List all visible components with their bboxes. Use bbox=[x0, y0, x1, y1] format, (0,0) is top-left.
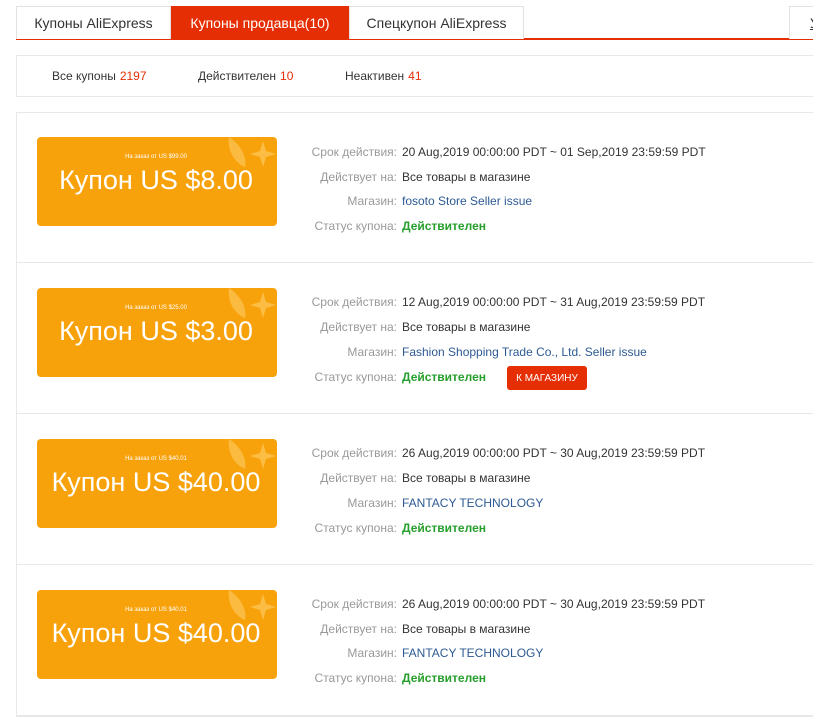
coupon-validity-row: Срок действия: 20 Aug,2019 00:00:00 PDT … bbox=[267, 145, 787, 161]
coupon-store-row: Магазин: FANTACY TECHNOLOGY bbox=[267, 496, 787, 512]
coupon-applies-row: Действует на: Все товары в магазине bbox=[267, 471, 787, 487]
coupon-row: На заказ от US $25.00 Купон US $3.00 Сро… bbox=[17, 264, 813, 414]
store-link[interactable]: fosoto Store Seller issue bbox=[402, 194, 532, 208]
coupon-applies-row: Действует на: Все товары в магазине bbox=[267, 170, 787, 186]
applies-label: Действует на: bbox=[320, 320, 397, 334]
coupon-ticket: На заказ от US $40.01 Купон US $40.00 bbox=[37, 590, 277, 679]
coupon-min-order: На заказ от US $25.00 bbox=[125, 305, 187, 311]
status-label: Статус купона: bbox=[314, 671, 397, 685]
coupon-validity-row: Срок действия: 12 Aug,2019 00:00:00 PDT … bbox=[267, 295, 787, 311]
coupon-filter-bar: Все купоны 2197 Действителен 10 Неактивен 4… bbox=[16, 55, 813, 97]
validity-value: 12 Aug,2019 00:00:00 PDT ~ 31 Aug,2019 2… bbox=[402, 295, 706, 309]
store-link[interactable]: FANTACY TECHNOLOGY bbox=[402, 646, 543, 660]
coupon-row: На заказ от US $40.01 Купон US $40.00 Ср… bbox=[17, 415, 813, 565]
coupon-status-row: Статус купона: Действителен bbox=[267, 219, 787, 235]
filter-inactive-label: Неактивен bbox=[345, 69, 405, 83]
filter-all-label: Все купоны bbox=[52, 69, 116, 83]
tab-aliexpress-special-coupon[interactable]: Спецкупон AliExpress bbox=[349, 6, 524, 39]
coupon-amount: Купон US $40.00 bbox=[51, 467, 261, 497]
coupon-status-row: Статус купона: Действителен bbox=[267, 671, 787, 687]
coupon-status-row: Статус купона: Действителен bbox=[267, 521, 787, 537]
coupon-ticket: На заказ от US $99.00 Купон US $8.00 bbox=[37, 137, 277, 226]
applies-value: Все товары в магазине bbox=[402, 320, 531, 334]
coupon-store-row: Магазин: Fashion Shopping Trade Co., Ltd… bbox=[267, 345, 787, 361]
status-value: Действителен bbox=[402, 671, 486, 685]
applies-label: Действует на: bbox=[320, 170, 397, 184]
store-label: Магазин: bbox=[347, 646, 397, 660]
filter-all-count: 2197 bbox=[119, 69, 147, 83]
validity-label: Срок действия: bbox=[311, 597, 397, 611]
status-value: Действителен bbox=[402, 521, 486, 535]
coupon-ticket: На заказ от US $25.00 Купон US $3.00 bbox=[37, 288, 277, 377]
go-to-store-button[interactable]: К МАГАЗИНУ bbox=[507, 366, 587, 390]
coupon-row: На заказ от US $99.00 Купон US $8.00 Сро… bbox=[17, 113, 813, 263]
store-link[interactable]: Fashion Shopping Trade Co., Ltd. Seller … bbox=[402, 345, 647, 359]
store-label: Магазин: bbox=[347, 345, 397, 359]
tab-aliexpress-coupons[interactable]: Купоны AliExpress bbox=[16, 6, 171, 39]
filter-inactive-coupons[interactable]: Неактивен 41 bbox=[345, 69, 422, 83]
filter-active-label: Действителен bbox=[198, 69, 277, 83]
status-value: Действителен bbox=[402, 219, 486, 233]
coupon-status-row: Статус купона: Действителен К МАГАЗИНУ bbox=[267, 366, 787, 390]
coupon-ticket: На заказ от US $40.01 Купон US $40.00 bbox=[37, 439, 277, 528]
status-label: Статус купона: bbox=[314, 370, 397, 384]
coupon-validity-row: Срок действия: 26 Aug,2019 00:00:00 PDT … bbox=[267, 597, 787, 613]
filter-active-count: 10 bbox=[280, 69, 294, 83]
applies-value: Все товары в магазине bbox=[402, 471, 531, 485]
coupon-applies-row: Действует на: Все товары в магазине bbox=[267, 622, 787, 638]
status-label: Статус купона: bbox=[314, 219, 397, 233]
applies-label: Действует на: bbox=[320, 622, 397, 636]
tab-right-partial[interactable]: У bbox=[789, 6, 813, 39]
filter-all-coupons[interactable]: Все купоны 2197 bbox=[52, 69, 147, 83]
validity-value: 20 Aug,2019 00:00:00 PDT ~ 01 Sep,2019 2… bbox=[402, 145, 706, 159]
applies-value: Все товары в магазине bbox=[402, 622, 531, 636]
coupon-row: На заказ от US $40.01 Купон US $40.00 Ср… bbox=[17, 566, 813, 716]
coupon-list: На заказ от US $99.00 Купон US $8.00 Сро… bbox=[16, 112, 813, 717]
validity-value: 26 Aug,2019 00:00:00 PDT ~ 30 Aug,2019 2… bbox=[402, 597, 706, 611]
filter-inactive-count: 41 bbox=[408, 69, 422, 83]
status-value: Действителен bbox=[402, 370, 486, 384]
tab-seller-coupons[interactable]: Купоны продавца(10) bbox=[171, 6, 349, 39]
coupon-amount: Купон US $3.00 bbox=[59, 316, 253, 346]
applies-value: Все товары в магазине bbox=[402, 170, 531, 184]
coupon-min-order: На заказ от US $40.01 bbox=[125, 456, 187, 462]
filter-active-coupons[interactable]: Действителен 10 bbox=[198, 69, 293, 83]
coupon-min-order: На заказ от US $40.01 bbox=[125, 607, 187, 613]
coupon-store-row: Магазин: fosoto Store Seller issue bbox=[267, 194, 787, 210]
applies-label: Действует на: bbox=[320, 471, 397, 485]
store-label: Магазин: bbox=[347, 194, 397, 208]
store-label: Магазин: bbox=[347, 496, 397, 510]
coupon-min-order: На заказ от US $99.00 bbox=[125, 154, 187, 160]
coupon-validity-row: Срок действия: 26 Aug,2019 00:00:00 PDT … bbox=[267, 446, 787, 462]
store-link[interactable]: FANTACY TECHNOLOGY bbox=[402, 496, 543, 510]
status-label: Статус купона: bbox=[314, 521, 397, 535]
coupon-applies-row: Действует на: Все товары в магазине bbox=[267, 320, 787, 336]
coupon-amount: Купон US $8.00 bbox=[59, 165, 253, 195]
coupon-tabs: Купоны AliExpress Купоны продавца(10) Сп… bbox=[16, 6, 813, 40]
validity-label: Срок действия: bbox=[311, 295, 397, 309]
validity-label: Срок действия: bbox=[311, 446, 397, 460]
coupon-amount: Купон US $40.00 bbox=[51, 618, 261, 648]
validity-value: 26 Aug,2019 00:00:00 PDT ~ 30 Aug,2019 2… bbox=[402, 446, 706, 460]
coupon-store-row: Магазин: FANTACY TECHNOLOGY bbox=[267, 646, 787, 662]
validity-label: Срок действия: bbox=[311, 145, 397, 159]
